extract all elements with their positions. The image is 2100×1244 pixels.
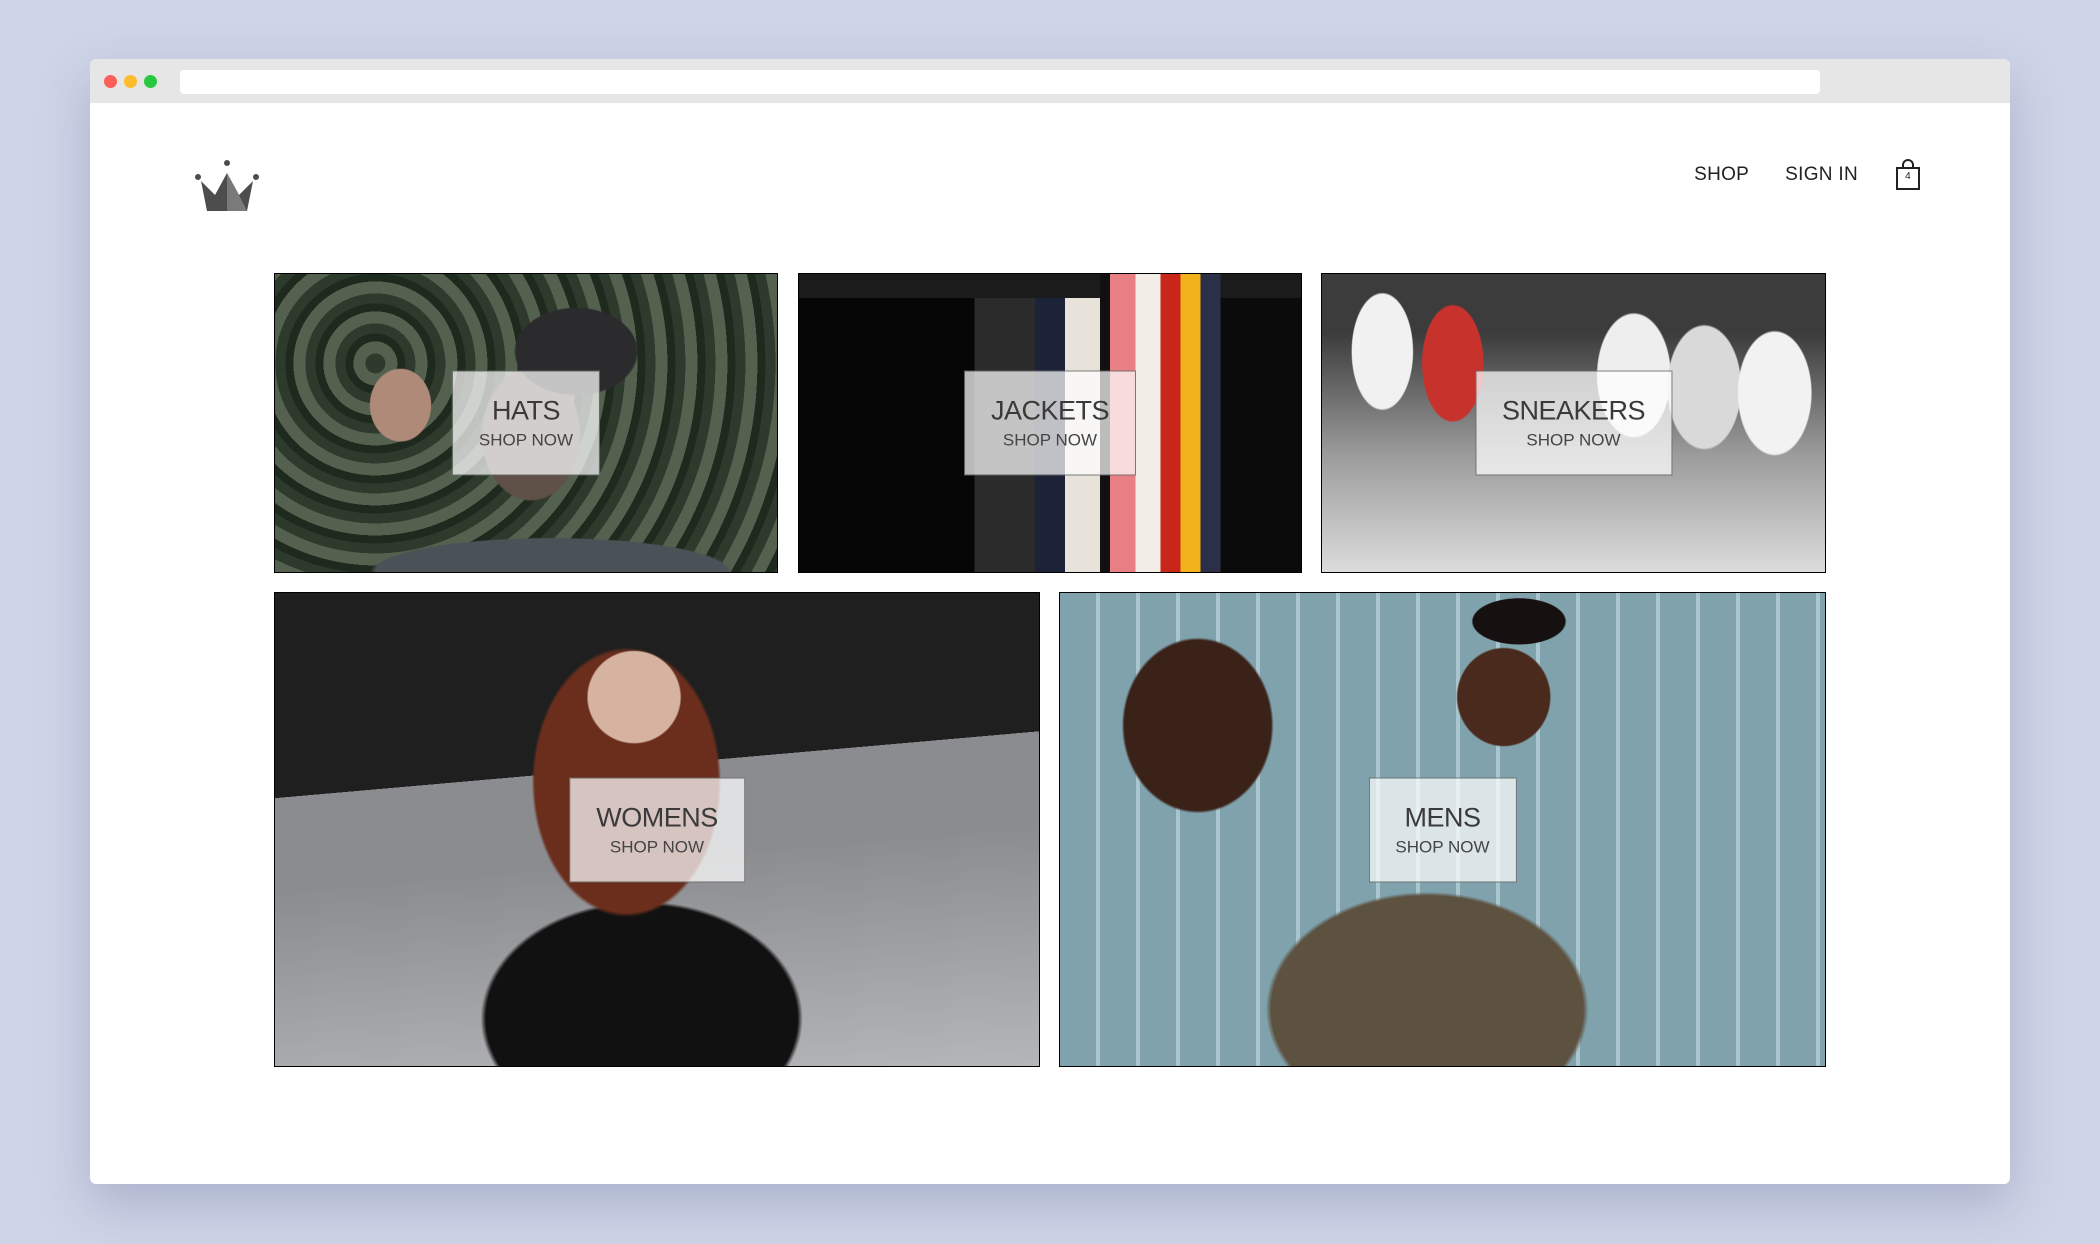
category-overlay: WOMENS SHOP NOW bbox=[569, 777, 745, 882]
browser-window: SHOP SIGN IN 4 HATS SHOP NOW JACKETS SHO… bbox=[90, 59, 2010, 1184]
category-title: MENS bbox=[1404, 802, 1481, 832]
shop-now-label: SHOP NOW bbox=[478, 430, 574, 450]
shop-now-label: SHOP NOW bbox=[1002, 430, 1098, 450]
category-title: SNEAKERS bbox=[1501, 395, 1646, 426]
browser-chrome bbox=[90, 59, 2010, 103]
category-overlay: SNEAKERS SHOP NOW bbox=[1474, 370, 1673, 476]
shop-now-label: SHOP NOW bbox=[1526, 430, 1621, 450]
shop-now-label: SHOP NOW bbox=[1395, 837, 1490, 856]
category-title: JACKETS bbox=[990, 395, 1110, 426]
category-overlay: MENS SHOP NOW bbox=[1368, 777, 1517, 882]
shop-now-label: SHOP NOW bbox=[609, 837, 705, 856]
category-tile-jackets[interactable]: JACKETS SHOP NOW bbox=[798, 273, 1302, 573]
cart-count-badge: 4 bbox=[1905, 171, 1911, 182]
category-tile-mens[interactable]: MENS SHOP NOW bbox=[1059, 592, 1826, 1067]
category-tile-womens[interactable]: WOMENS SHOP NOW bbox=[274, 592, 1040, 1067]
minimize-window-button[interactable] bbox=[124, 75, 137, 88]
main-nav: SHOP SIGN IN 4 bbox=[1694, 159, 1922, 191]
address-bar[interactable] bbox=[180, 70, 1820, 94]
category-overlay: HATS SHOP NOW bbox=[451, 370, 601, 476]
category-tile-hats[interactable]: HATS SHOP NOW bbox=[274, 273, 778, 573]
category-overlay: JACKETS SHOP NOW bbox=[963, 370, 1137, 476]
cart-button[interactable]: 4 bbox=[1894, 159, 1922, 191]
category-tile-sneakers[interactable]: SNEAKERS SHOP NOW bbox=[1321, 273, 1826, 573]
nav-shop-link[interactable]: SHOP bbox=[1694, 164, 1749, 186]
maximize-window-button[interactable] bbox=[144, 75, 157, 88]
crown-icon[interactable] bbox=[195, 159, 259, 213]
close-window-button[interactable] bbox=[104, 75, 117, 88]
category-title: WOMENS bbox=[596, 802, 718, 832]
category-title: HATS bbox=[491, 395, 561, 426]
nav-sign-in-link[interactable]: SIGN IN bbox=[1785, 164, 1858, 186]
